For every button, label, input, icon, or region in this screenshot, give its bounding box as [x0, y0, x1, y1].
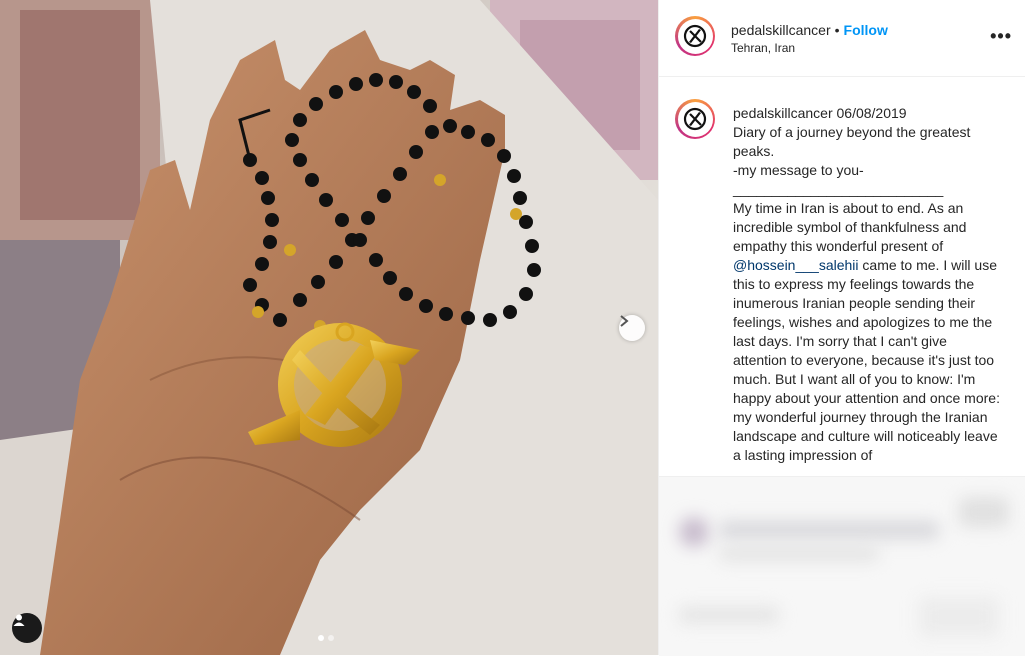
- caption-username[interactable]: pedalskillcancer: [733, 105, 833, 121]
- header-username[interactable]: pedalskillcancer: [731, 22, 831, 38]
- post-photo[interactable]: [0, 0, 658, 655]
- post-header: pedalskillcancer • Follow Tehran, Iran •••: [659, 0, 1025, 77]
- pedals-kill-cancer-logo-icon: [683, 24, 707, 48]
- user-icon: [13, 614, 25, 626]
- pedals-kill-cancer-logo-icon: [683, 107, 707, 131]
- follow-button[interactable]: Follow: [844, 22, 888, 38]
- avatar[interactable]: [675, 16, 715, 56]
- tagged-users-button[interactable]: [12, 613, 42, 643]
- more-options-icon[interactable]: •••: [990, 27, 1012, 45]
- caption-section: pedalskillcancer 06/08/2019 Diary of a j…: [659, 77, 1025, 475]
- caption-date: 06/08/2019: [836, 105, 907, 121]
- photo-illustration: [0, 0, 658, 655]
- caption-body-start: Diary of a journey beyond the greatest p…: [733, 124, 971, 254]
- caption-mention-link[interactable]: @hossein___salehii: [733, 257, 859, 273]
- blurred-comments-area: [659, 476, 1025, 656]
- location-link[interactable]: Tehran, Iran: [731, 41, 795, 55]
- caption-body-end: came to me. I will use this to express m…: [733, 257, 1004, 463]
- caption-text: pedalskillcancer 06/08/2019 Diary of a j…: [733, 104, 1003, 465]
- carousel-dot: [328, 635, 334, 641]
- post-side-panel: pedalskillcancer • Follow Tehran, Iran •••…: [658, 0, 1025, 656]
- header-separator: •: [834, 22, 840, 38]
- chevron-right-icon: [620, 315, 629, 327]
- caption-avatar[interactable]: [675, 99, 715, 139]
- header-user-line: pedalskillcancer • Follow: [731, 22, 888, 38]
- carousel-indicator: [318, 635, 334, 641]
- carousel-dot-active: [318, 635, 324, 641]
- next-photo-button[interactable]: [619, 315, 645, 341]
